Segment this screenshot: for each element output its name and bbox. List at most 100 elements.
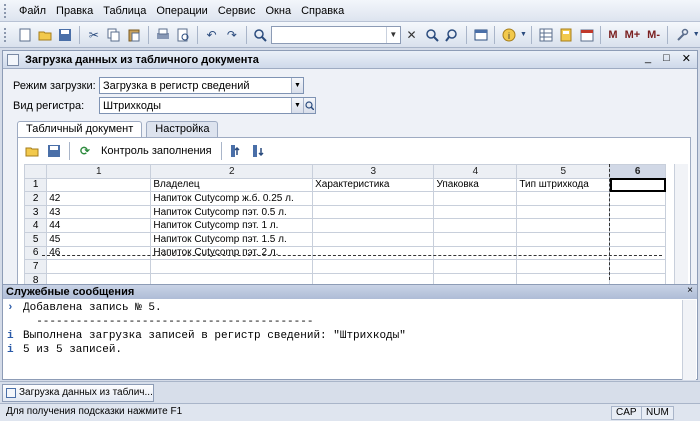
messages-close-button[interactable]: ×	[687, 285, 693, 296]
corner-cell[interactable]	[23, 164, 48, 179]
new-document-icon[interactable]	[15, 25, 34, 45]
row-header[interactable]: 1	[23, 177, 48, 193]
table-cell[interactable]: Напиток Cutycomp пэт. 1.5 л.	[150, 231, 314, 247]
row-header[interactable]: 4	[23, 218, 48, 233]
table-cell[interactable]	[312, 191, 435, 206]
table-cell[interactable]: 43	[46, 204, 152, 220]
redo-icon[interactable]: ↷	[222, 25, 241, 45]
spreadsheet-grid[interactable]: 1 2 3 4 5 6 1 Владелец Характеристика Уп…	[23, 164, 666, 288]
cut-icon[interactable]: ✂	[84, 25, 103, 45]
table-cell[interactable]	[46, 259, 152, 274]
window-icon[interactable]	[471, 25, 490, 45]
table-cell[interactable]	[516, 231, 611, 247]
tools-icon[interactable]	[672, 25, 691, 45]
row-header[interactable]: 3	[23, 204, 48, 220]
tab-table-document[interactable]: Табличный документ	[17, 121, 143, 138]
column-header-selected[interactable]: 6	[609, 164, 666, 179]
spreadsheet-icon[interactable]	[536, 25, 555, 45]
table-cell[interactable]: Тип штрихкода	[516, 177, 611, 193]
column-header[interactable]: 5	[516, 164, 611, 179]
row-header[interactable]: 6	[23, 245, 48, 261]
mode-select[interactable]: Загрузка в регистр сведений ▼	[99, 77, 304, 94]
table-cell[interactable]	[516, 245, 611, 261]
table-cell[interactable]	[433, 231, 518, 247]
table-cell[interactable]: Напиток Cutycomp пэт. 2 л.	[150, 245, 314, 261]
table-cell[interactable]	[433, 259, 518, 274]
memory-plus-button[interactable]: M+	[622, 29, 644, 41]
calendar-icon[interactable]	[577, 25, 596, 45]
column-header[interactable]: 4	[433, 164, 518, 179]
table-cell[interactable]	[433, 218, 518, 233]
table-cell[interactable]	[312, 259, 435, 274]
table-cell[interactable]	[516, 204, 611, 220]
table-cell[interactable]	[312, 231, 435, 247]
tab-settings[interactable]: Настройка	[146, 121, 219, 137]
row-header[interactable]: 5	[23, 231, 48, 247]
calculator-icon[interactable]	[557, 25, 576, 45]
find-prev-icon[interactable]	[443, 25, 462, 45]
search-icon[interactable]	[303, 98, 315, 113]
memory-button[interactable]: M	[605, 29, 620, 41]
table-cell[interactable]: Владелец	[150, 177, 314, 193]
table-cell[interactable]: Напиток Cutycomp ж.б. 0.25 л.	[150, 191, 314, 206]
table-cell[interactable]	[312, 218, 435, 233]
table-cell[interactable]: Характеристика	[312, 177, 435, 193]
copy-icon[interactable]	[104, 25, 123, 45]
minimize-button[interactable]: _	[645, 52, 651, 65]
table-cell[interactable]: Напиток Cutycomp пэт. 1 л.	[150, 218, 314, 233]
table-cell[interactable]	[609, 259, 666, 274]
table-cell[interactable]	[609, 218, 666, 233]
menu-operations[interactable]: Операции	[151, 0, 212, 22]
search-input[interactable]: ▼	[270, 25, 401, 44]
table-cell[interactable]	[433, 204, 518, 220]
paste-icon[interactable]	[125, 25, 144, 45]
menu-table[interactable]: Таблица	[98, 0, 151, 22]
close-button[interactable]: ✕	[682, 52, 691, 65]
table-cell[interactable]	[150, 259, 314, 274]
column-header[interactable]: 1	[46, 164, 152, 179]
open-folder-icon[interactable]	[22, 141, 42, 161]
memory-minus-button[interactable]: M-	[644, 29, 663, 41]
table-cell[interactable]	[312, 245, 435, 261]
print-icon[interactable]	[153, 25, 172, 45]
toolbar-grip[interactable]	[4, 27, 8, 42]
register-select[interactable]: Штрихкоды ▼	[99, 97, 316, 114]
undo-icon[interactable]: ↶	[202, 25, 221, 45]
import-icon[interactable]	[227, 141, 247, 161]
table-cell-selected[interactable]	[609, 177, 666, 193]
chevron-down-icon[interactable]: ▼	[291, 78, 303, 93]
table-cell[interactable]	[312, 204, 435, 220]
messages-scrollbar[interactable]	[682, 300, 696, 380]
check-fill-button[interactable]: Контроль заполнения	[97, 145, 216, 157]
refresh-icon[interactable]: ⟳	[75, 141, 95, 161]
table-cell[interactable]	[516, 191, 611, 206]
maximize-button[interactable]: □	[663, 52, 670, 65]
column-header[interactable]: 2	[150, 164, 314, 179]
save-icon[interactable]	[56, 25, 75, 45]
info-icon[interactable]: i	[499, 25, 518, 45]
row-header[interactable]: 7	[23, 259, 48, 274]
chevron-down-icon[interactable]: ▼	[520, 25, 528, 45]
table-cell[interactable]: Напиток Cutycomp пэт. 0.5 л.	[150, 204, 314, 220]
table-cell[interactable]: Упаковка	[433, 177, 518, 193]
table-cell[interactable]	[516, 259, 611, 274]
menu-edit[interactable]: Правка	[51, 0, 98, 22]
table-cell[interactable]: 45	[46, 231, 152, 247]
menu-service[interactable]: Сервис	[213, 0, 261, 22]
export-icon[interactable]	[249, 141, 269, 161]
search-icon[interactable]	[251, 25, 270, 45]
table-cell[interactable]: 46	[46, 245, 152, 261]
table-cell[interactable]	[46, 177, 152, 193]
taskbar-window-button[interactable]: Загрузка данных из таблич...	[2, 384, 154, 402]
column-header[interactable]: 3	[312, 164, 435, 179]
chevron-down-icon[interactable]: ▼	[291, 98, 303, 113]
save-icon[interactable]	[44, 141, 64, 161]
menu-help[interactable]: Справка	[296, 0, 349, 22]
table-cell[interactable]	[609, 191, 666, 206]
table-cell[interactable]	[609, 231, 666, 247]
menu-file[interactable]: Файл	[14, 0, 51, 22]
chevron-down-icon[interactable]: ▼	[385, 26, 400, 43]
chevron-down-icon[interactable]: ▼	[692, 25, 700, 45]
preview-icon[interactable]	[174, 25, 193, 45]
table-cell[interactable]	[609, 204, 666, 220]
